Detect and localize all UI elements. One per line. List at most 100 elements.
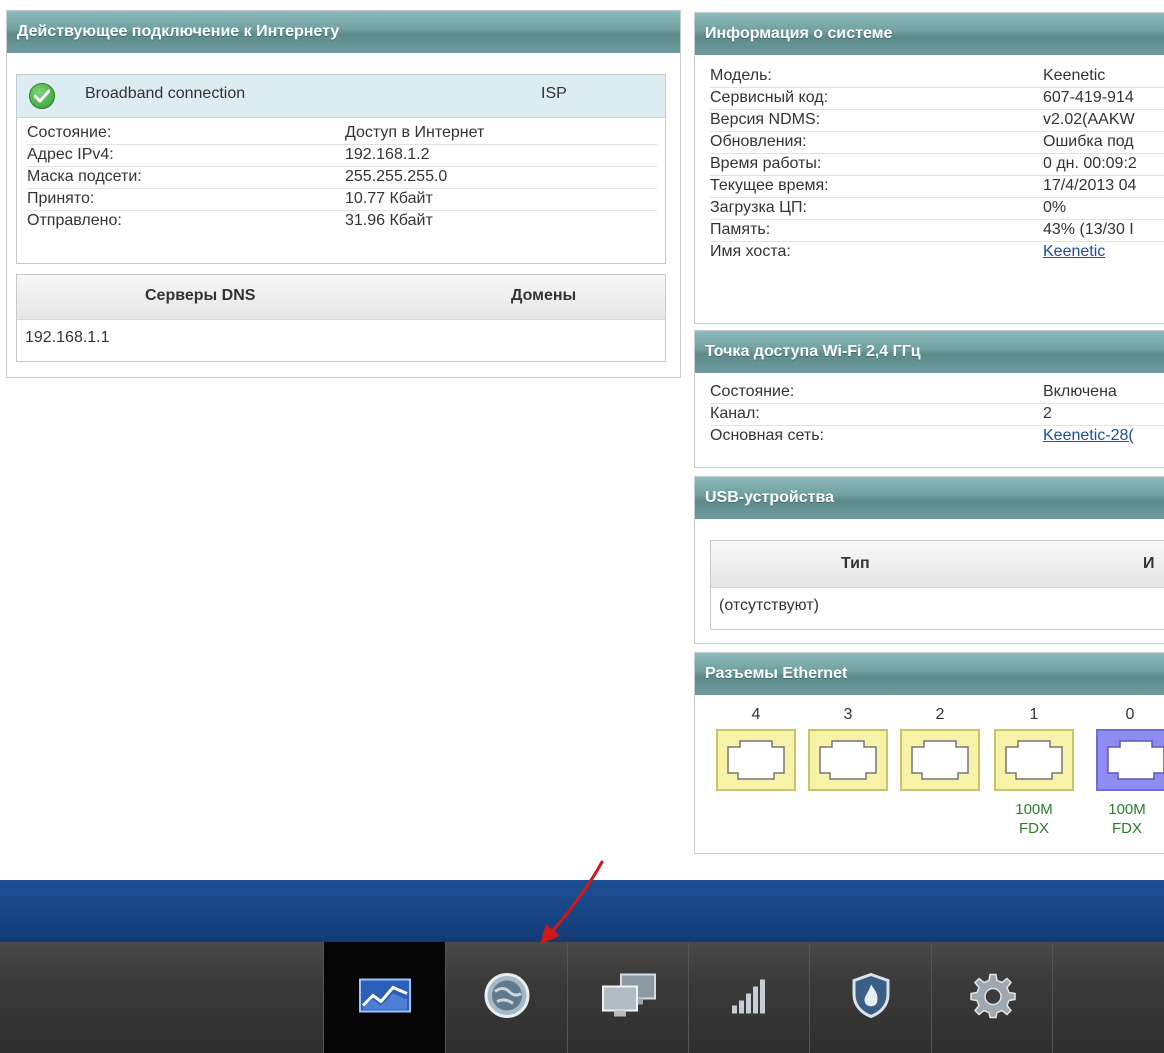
info-row: Память: 43% (13/30 I (710, 220, 1164, 242)
port-label: 4 (751, 706, 761, 723)
wifi-row: Состояние: Включена (710, 382, 1164, 404)
info-key: Модель: (710, 67, 772, 84)
system-panel-title: Информация о системе (695, 13, 1164, 55)
nav-monitor[interactable] (323, 942, 445, 1053)
info-value: 43% (13/30 I (1043, 221, 1134, 238)
nav-home-network[interactable] (567, 942, 689, 1053)
gear-icon (969, 972, 1016, 1023)
ethernet-port-0 (1096, 729, 1164, 791)
usb-col-type: Тип (841, 555, 870, 572)
wifi-key: Состояние: (710, 383, 795, 400)
info-row: Версия NDMS: v2.02(AAKW (710, 110, 1164, 132)
internet-panel-title: Действующее подключение к Интернету (7, 11, 680, 53)
port-label: 3 (843, 706, 853, 723)
info-value: Keenetic (1043, 67, 1106, 84)
dns-servers-header: Серверы DNS (145, 287, 256, 304)
wifi-value: 2 (1043, 405, 1052, 422)
nav-divider (1052, 942, 1164, 1053)
info-key: Загрузка ЦП: (710, 199, 807, 216)
ethernet-port-4 (716, 729, 796, 791)
connection-details: Состояние: Доступ в Интернет Адрес IPv4: 1… (27, 123, 657, 232)
wifi-row: Основная сеть: Keenetic-28( (710, 426, 1164, 447)
info-row: Загрузка ЦП: 0% (710, 198, 1164, 220)
dns-table: Серверы DNS Домены 192.168.1.1 (16, 274, 666, 362)
info-value: 607-419-914 (1043, 89, 1134, 106)
ethernet-port-1 (994, 729, 1074, 791)
detail-row: Маска подсети: 255.255.255.0 (27, 167, 657, 189)
computers-icon (601, 972, 657, 1023)
wifi-panel-title: Точка доступа Wi-Fi 2,4 ГГц (695, 331, 1164, 373)
wifi-row: Канал: 2 (710, 404, 1164, 426)
main-nav-bar (0, 942, 1164, 1053)
usb-empty-text: (отсутствуют) (719, 597, 819, 614)
detail-key: Маска подсети: (27, 168, 142, 185)
info-row: Модель: Keenetic (710, 66, 1164, 88)
detail-value: 255.255.255.0 (345, 168, 448, 185)
detail-row: Адрес IPv4: 192.168.1.2 (27, 145, 657, 167)
info-key: Имя хоста: (710, 243, 791, 260)
signal-bars-icon (730, 975, 770, 1020)
globe-icon (483, 971, 531, 1024)
detail-key: Состояние: (27, 124, 112, 141)
info-value: v2.02(AAKW (1043, 111, 1135, 128)
usb-panel-title: USB-устройства (695, 477, 1164, 519)
info-value: Ошибка под (1043, 133, 1134, 150)
wifi-value: Включена (1043, 383, 1117, 400)
usb-table: Тип И (отсутствуют) (710, 540, 1164, 630)
port-speed: 100M (1108, 801, 1146, 818)
network-ssid-link[interactable]: Keenetic-28( (1043, 426, 1134, 447)
info-key: Обновления: (710, 133, 807, 150)
detail-row: Принято: 10.77 Кбайт (27, 189, 657, 211)
usb-col-name: И (1143, 555, 1155, 572)
info-row: Текущее время: 17/4/2013 04 (710, 176, 1164, 198)
dns-server-value: 192.168.1.1 (25, 329, 110, 346)
port-label: 2 (935, 706, 945, 723)
connection-card-header[interactable]: Broadband connection ISP (17, 75, 665, 118)
info-key: Время работы: (710, 155, 822, 172)
nav-security[interactable] (809, 942, 931, 1053)
port-label: 1 (1029, 706, 1039, 723)
connection-type: ISP (541, 85, 567, 102)
detail-row: Состояние: Доступ в Интернет (27, 123, 657, 145)
red-arrow-annotation (540, 860, 604, 944)
detail-key: Адрес IPv4: (27, 146, 114, 163)
detail-key: Отправлено: (27, 212, 122, 229)
usb-table-header: Тип И (711, 541, 1164, 588)
nav-internet[interactable] (445, 942, 567, 1053)
info-key: Память: (710, 221, 771, 238)
info-value: 17/4/2013 04 (1043, 177, 1137, 194)
ethernet-port-3 (808, 729, 888, 791)
info-key: Сервисный код: (710, 89, 829, 106)
hostname-link[interactable]: Keenetic (1043, 242, 1105, 263)
detail-value: 31.96 Кбайт (345, 212, 433, 229)
detail-value: 192.168.1.2 (345, 146, 430, 163)
port-label: 0 (1125, 706, 1135, 723)
info-row: Обновления: Ошибка под (710, 132, 1164, 154)
info-row: Сервисный код: 607-419-914 (710, 88, 1164, 110)
port-speed: 100M (1015, 801, 1053, 818)
wifi-key: Основная сеть: (710, 427, 824, 444)
info-key: Версия NDMS: (710, 111, 821, 128)
ethernet-port-2 (900, 729, 980, 791)
dns-table-header: Серверы DNS Домены (17, 275, 665, 320)
detail-key: Принято: (27, 190, 95, 207)
domains-header: Домены (511, 287, 577, 304)
info-value: 0% (1043, 199, 1067, 216)
detail-value: Доступ в Интернет (345, 124, 485, 141)
connection-card: Broadband connection ISP Состояние: Досту… (16, 74, 666, 264)
system-info-list: Модель: Keenetic Сервисный код: 607-419-91… (710, 66, 1164, 263)
nav-wifi[interactable] (688, 942, 810, 1053)
detail-value: 10.77 Кбайт (345, 190, 433, 207)
wifi-info-list: Состояние: Включена Канал: 2 Основная сеть… (710, 382, 1164, 447)
detail-row: Отправлено: 31.96 Кбайт (27, 211, 657, 232)
shield-icon (851, 972, 891, 1023)
connection-name: Broadband connection (85, 85, 246, 102)
wifi-key: Канал: (710, 405, 760, 422)
port-duplex: FDX (1019, 820, 1049, 837)
nav-system[interactable] (931, 942, 1053, 1053)
monitor-chart-icon (358, 975, 411, 1020)
check-icon (29, 83, 55, 109)
info-row: Время работы: 0 дн. 00:09:2 (710, 154, 1164, 176)
info-row: Имя хоста: Keenetic (710, 242, 1164, 263)
port-duplex: FDX (1112, 820, 1142, 837)
